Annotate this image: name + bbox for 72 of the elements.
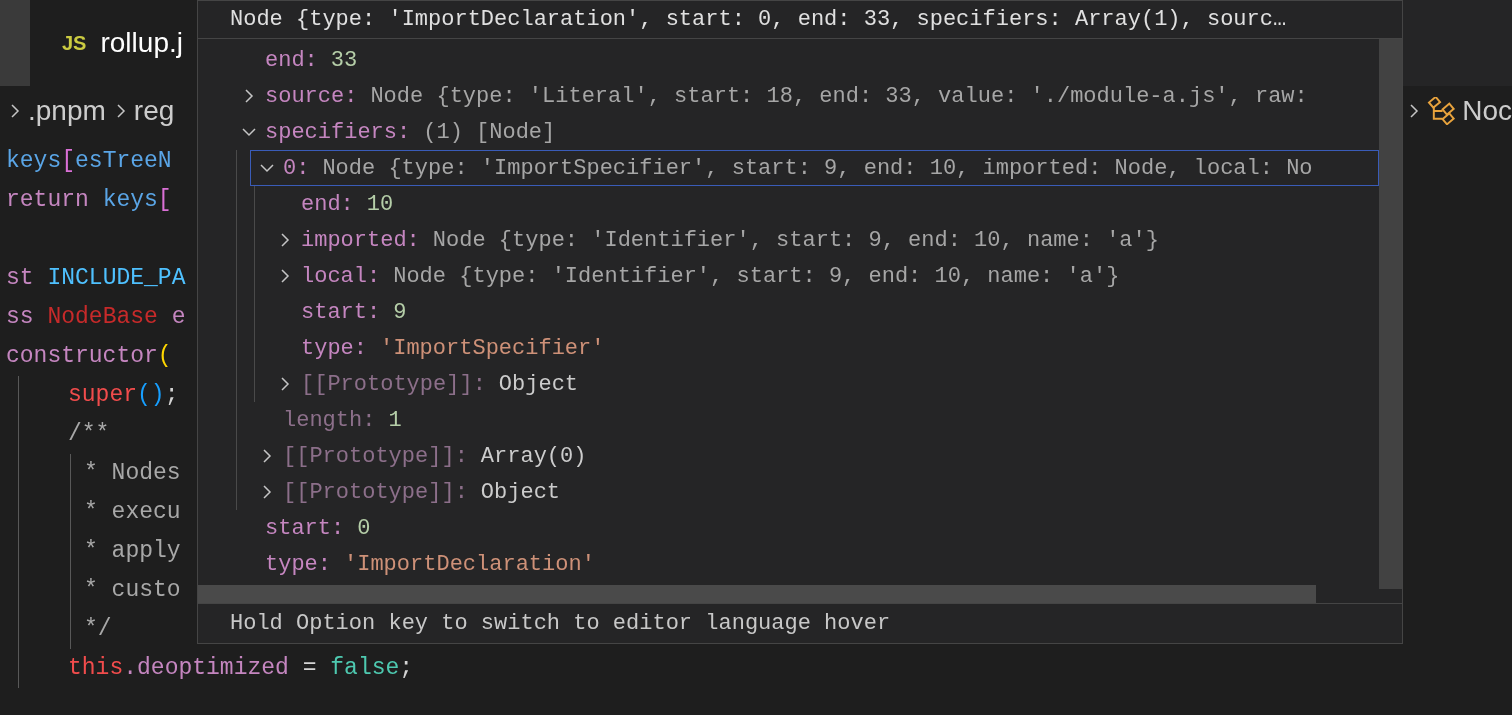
property-value: Node {type: 'Literal', start: 18, end: 33, value: './module-a.js', raw: — [370, 82, 1308, 111]
code-line: constructor( — [6, 342, 172, 372]
property-value: (1) [Node] — [423, 118, 556, 147]
property-value: Array(0) — [480, 442, 587, 471]
code-line: ss NodeBase e — [6, 303, 186, 333]
property-key: [[Prototype]]: — [283, 439, 468, 473]
property-key: imported: — [301, 223, 420, 257]
tree-row[interactable]: length: 1 — [250, 402, 1379, 438]
property-value: 'ImportDeclaration' — [344, 550, 595, 579]
tree-row[interactable]: specifiers: (1) [Node] — [232, 114, 1379, 150]
tree-row[interactable]: [[Prototype]]: Object — [250, 474, 1379, 510]
horizontal-scrollbar[interactable] — [198, 585, 1316, 603]
hover-hint: Hold Option key to switch to editor language hover — [230, 610, 891, 638]
code-line: this.deoptimized = false; — [68, 654, 414, 684]
property-value: 1 — [388, 406, 402, 435]
chevron-down-icon[interactable] — [259, 161, 274, 175]
code-line: * custo — [84, 576, 181, 606]
property-value: Node {type: 'Identifier', start: 9, end: 10, name: 'a'} — [393, 262, 1120, 291]
chevron-right-icon[interactable] — [8, 104, 22, 118]
property-key: end: — [301, 187, 354, 221]
breadcrumb-item[interactable]: Noc — [1462, 90, 1512, 132]
property-key: end: — [265, 43, 318, 77]
property-key: start: — [301, 295, 381, 329]
code-line: super(); — [68, 381, 179, 411]
tree-row[interactable]: [[Prototype]]: Object — [268, 366, 1379, 402]
breadcrumb-item[interactable]: .pnpm — [28, 90, 106, 132]
property-value: Object — [498, 370, 579, 399]
vertical-scrollbar[interactable] — [1379, 39, 1402, 589]
tree-row[interactable]: end: 10 — [268, 186, 1379, 222]
symbol-structure-icon — [1427, 97, 1457, 125]
tree-row[interactable]: imported: Node {type: 'Identifier', start: 9, end: 10, name: 'a'} — [268, 222, 1379, 258]
code-line: * apply — [84, 537, 181, 567]
tree-row[interactable]: start: 0 — [232, 510, 1379, 546]
property-key: start: — [265, 511, 345, 545]
property-value: 10 — [366, 190, 394, 219]
code-line: * Nodes — [84, 459, 181, 489]
chevron-right-icon[interactable] — [1407, 104, 1421, 118]
code-line: * execu — [84, 498, 181, 528]
property-value: Node {type: 'Identifier', start: 9, end: 10, name: 'a'} — [432, 226, 1159, 255]
code-line: st INCLUDE_PA — [6, 264, 186, 294]
property-key: type: — [301, 331, 367, 365]
property-key: length: — [283, 403, 376, 437]
property-value: 0 — [357, 514, 371, 543]
code-line: */ — [84, 615, 112, 645]
js-file-icon: JS — [62, 28, 87, 58]
code-line: return keys[ — [6, 186, 172, 216]
tree-row[interactable]: start: 9 — [268, 294, 1379, 330]
property-key: type: — [265, 547, 331, 581]
property-value: 'ImportSpecifier' — [380, 334, 605, 363]
property-key: [[Prototype]]: — [283, 475, 468, 509]
breadcrumb-item[interactable]: reg — [133, 90, 175, 132]
property-key: 0: — [283, 151, 310, 185]
property-key: source: — [265, 79, 358, 113]
property-value: Node {type: 'ImportSpecifier', start: 9, end: 10, imported: Node, local: No — [322, 154, 1313, 183]
tab-title: rollup.j — [100, 26, 183, 60]
tree-row[interactable]: type: 'ImportSpecifier' — [268, 330, 1379, 366]
tree-row[interactable]: end: 33 — [232, 42, 1379, 78]
tree-row[interactable]: 0: Node {type: 'ImportSpecifier', start: 9, end: 10, imported: Node, local: No — [250, 150, 1379, 186]
tree-row[interactable]: source: Node {type: 'Literal', start: 18, end: 33, value: './module-a.js', raw: — [232, 78, 1379, 114]
code-line: /** — [68, 420, 110, 450]
tree-row[interactable]: [[Prototype]]: Array(0) — [250, 438, 1379, 474]
property-key: local: — [301, 259, 381, 293]
tree-row[interactable]: local: Node {type: 'Identifier', start: 9, end: 10, name: 'a'} — [268, 258, 1379, 294]
property-key: [[Prototype]]: — [301, 367, 486, 401]
tree-row[interactable]: type: 'ImportDeclaration' — [232, 546, 1379, 582]
property-value: 33 — [330, 46, 358, 75]
chevron-down-icon[interactable] — [241, 125, 256, 139]
code-line: keys[esTreeN — [6, 147, 172, 177]
property-value: Object — [480, 478, 561, 507]
property-value: 9 — [393, 298, 407, 327]
property-key: specifiers: — [265, 115, 411, 149]
hover-header: Node {type: 'ImportDeclaration', start: 0, end: 33, specifiers: Array(1), sourc… — [198, 1, 1402, 39]
